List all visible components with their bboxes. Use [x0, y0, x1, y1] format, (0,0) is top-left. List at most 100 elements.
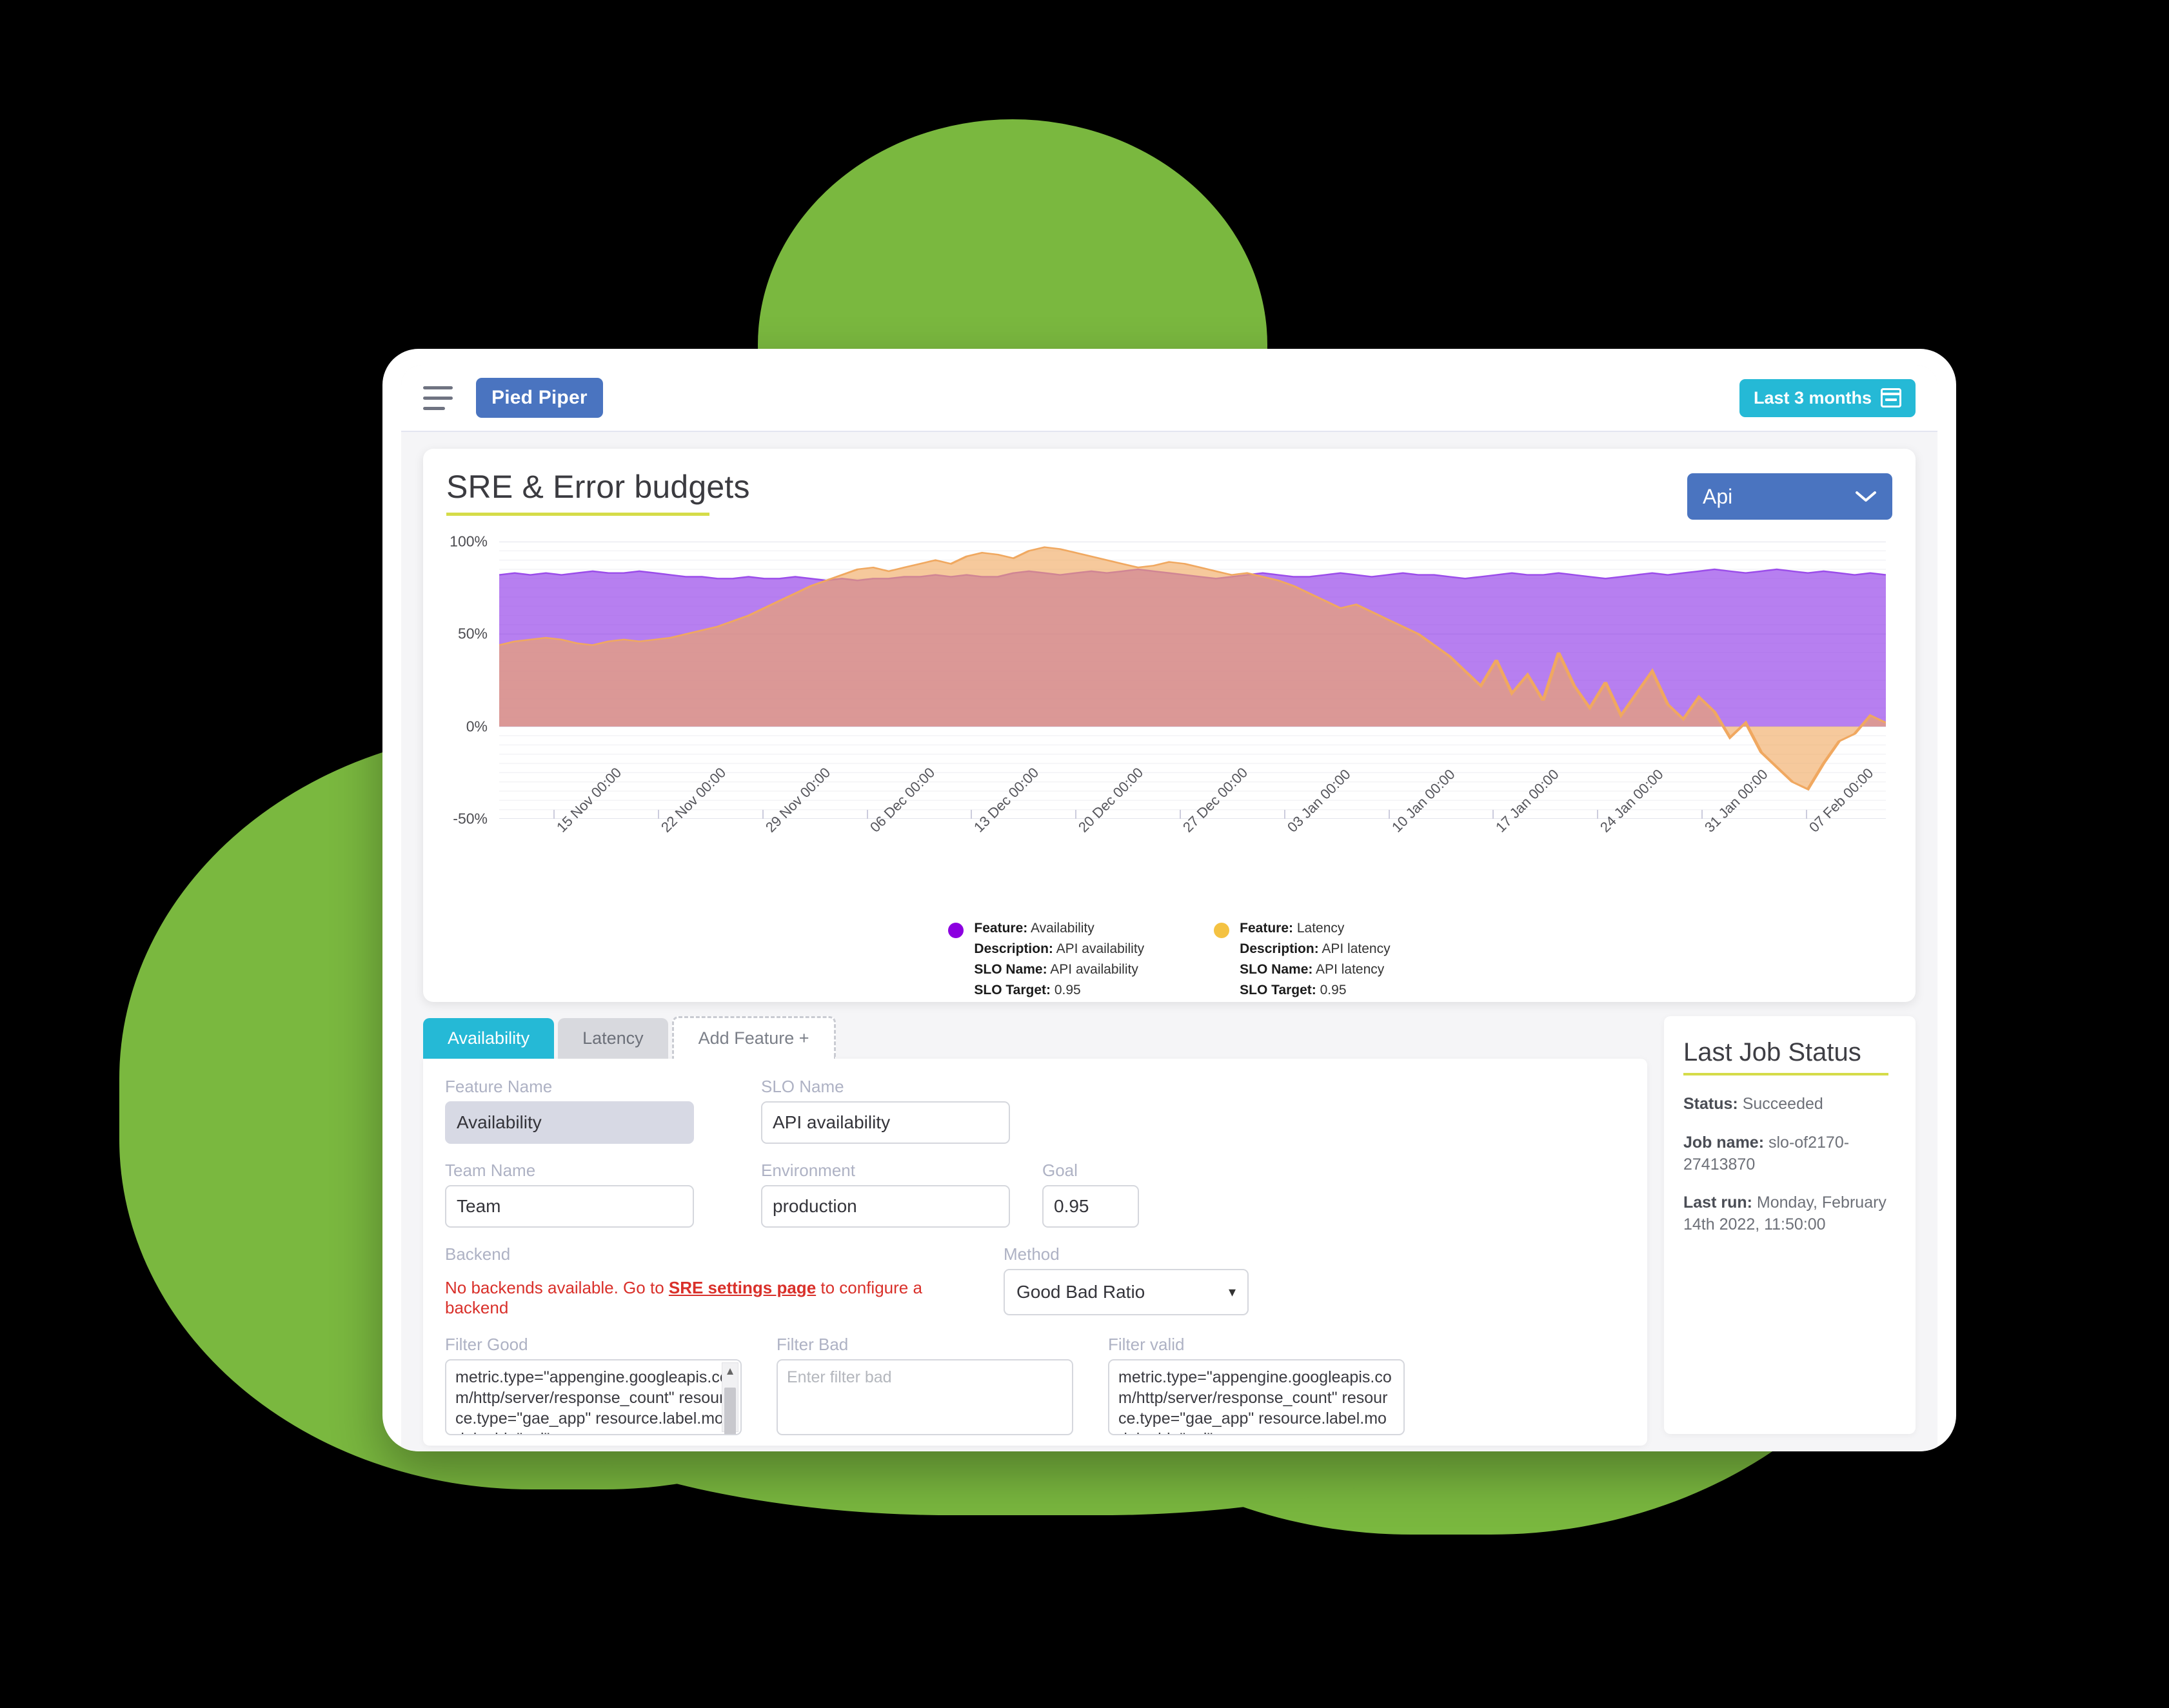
- page-root: Pied Piper Last 3 months SRE & Error bud…: [0, 0, 2169, 1708]
- filter-good-scrollbar[interactable]: ▲: [722, 1362, 738, 1434]
- x-axis-tick-mark: [1805, 810, 1807, 819]
- legend-text: Feature: Latency Description: API latency…: [1240, 918, 1390, 1001]
- x-axis-tick-mark: [1075, 810, 1077, 819]
- feature-form-card: Feature Name Availability SLO Name API a…: [423, 1059, 1647, 1446]
- title-underline: [446, 513, 709, 516]
- status-row: Status: Succeeded: [1683, 1094, 1896, 1115]
- legend-item: Feature: Availability Description: API av…: [948, 918, 1144, 1001]
- job-name-label: Job name:: [1683, 1133, 1765, 1152]
- filter-valid-field: Filter valid metric.type="appengine.goog…: [1108, 1335, 1405, 1435]
- filter-bad-textarea[interactable]: Enter filter bad: [777, 1359, 1073, 1435]
- chart-y-axis: 100% 50% 0% -50%: [446, 533, 493, 827]
- chevron-down-icon: [1855, 490, 1877, 503]
- brand-badge[interactable]: Pied Piper: [476, 378, 603, 418]
- goal-label: Goal: [1042, 1161, 1078, 1180]
- feature-name-input[interactable]: Availability: [445, 1101, 694, 1144]
- last-run-label: Last run:: [1683, 1193, 1752, 1212]
- backend-field: Backend No backends available. Go to SRE…: [445, 1244, 974, 1318]
- legend-slo-name: SLO Name: API availability: [974, 961, 1138, 977]
- page-title: SRE & Error budgets: [446, 469, 750, 505]
- chevron-down-icon: ▾: [1228, 1284, 1236, 1300]
- tab-availability[interactable]: Availability: [423, 1018, 555, 1059]
- chart-card: SRE & Error budgets Api 100% 50% 0% -50% 15…: [423, 449, 1916, 1002]
- feature-tabs: Availability Latency Add Feature +: [423, 1016, 1647, 1059]
- x-axis-tick-mark: [1179, 810, 1181, 819]
- x-axis-tick-mark: [1388, 810, 1390, 819]
- form-row-3: Backend No backends available. Go to SRE…: [445, 1244, 1625, 1318]
- x-axis-tick-mark: [971, 810, 973, 819]
- job-name-row: Job name: slo-of2170-27413870: [1683, 1132, 1896, 1176]
- y-axis-tick: 50%: [457, 625, 488, 642]
- legend-item: Feature: Latency Description: API latency…: [1214, 918, 1391, 1001]
- chart-plot-area: 100% 50% 0% -50%: [446, 533, 1892, 827]
- hamburger-icon[interactable]: [423, 386, 453, 410]
- legend-description: Description: API availability: [974, 941, 1145, 956]
- x-axis-tick-mark: [1597, 810, 1599, 819]
- filter-bad-label: Filter Bad: [777, 1335, 849, 1354]
- legend-color-dot: [1214, 923, 1230, 938]
- legend-color-dot: [948, 923, 964, 938]
- api-select-value: Api: [1703, 484, 1733, 508]
- x-axis-tick-mark: [1701, 810, 1703, 819]
- date-range-label: Last 3 months: [1753, 388, 1872, 407]
- scroll-up-arrow-icon[interactable]: ▲: [722, 1364, 738, 1379]
- calendar-icon: [1881, 388, 1901, 407]
- filter-valid-textarea[interactable]: metric.type="appengine.googleapis.com/ht…: [1108, 1359, 1405, 1435]
- chart-title-block: SRE & Error budgets: [446, 468, 750, 516]
- status-panel-title: Last Job Status: [1683, 1038, 1861, 1066]
- backend-error-pre: No backends available. Go to: [445, 1278, 669, 1297]
- form-row-1: Feature Name Availability SLO Name API a…: [445, 1077, 1625, 1144]
- method-select[interactable]: Good Bad Ratio ▾: [1004, 1269, 1249, 1315]
- environment-input[interactable]: production: [761, 1185, 1010, 1228]
- filter-good-value: metric.type="appengine.googleapis.com/ht…: [455, 1368, 729, 1434]
- date-range-button[interactable]: Last 3 months: [1739, 378, 1916, 417]
- team-name-field: Team Name Team: [445, 1161, 694, 1228]
- form-row-2: Team Name Team Environment production Go…: [445, 1161, 1625, 1228]
- filter-good-label: Filter Good: [445, 1335, 528, 1354]
- last-run-row: Last run: Monday, February 14th 2022, 11…: [1683, 1192, 1896, 1236]
- chart-legend: Feature: Availability Description: API av…: [446, 918, 1892, 1001]
- scrollbar-thumb[interactable]: [724, 1388, 736, 1434]
- api-select[interactable]: Api: [1687, 473, 1892, 520]
- app-screen: Pied Piper Last 3 months SRE & Error bud…: [401, 365, 1937, 1451]
- status-label: Status:: [1683, 1095, 1738, 1113]
- backend-label: Backend: [445, 1244, 511, 1264]
- x-axis-tick-mark: [553, 810, 555, 819]
- filter-valid-label: Filter valid: [1108, 1335, 1185, 1354]
- goal-input[interactable]: 0.95: [1042, 1185, 1139, 1228]
- sre-settings-link[interactable]: SRE settings page: [669, 1278, 816, 1297]
- filter-bad-field: Filter Bad Enter filter bad: [777, 1335, 1073, 1435]
- y-axis-tick: -50%: [453, 810, 488, 827]
- slo-name-field: SLO Name API availability: [761, 1077, 1010, 1144]
- status-value: Succeeded: [1742, 1095, 1823, 1113]
- filter-good-textarea[interactable]: metric.type="appengine.googleapis.com/ht…: [445, 1359, 742, 1435]
- slo-name-input[interactable]: API availability: [761, 1101, 1010, 1144]
- filter-good-field: Filter Good metric.type="appengine.googl…: [445, 1335, 742, 1435]
- y-axis-tick: 100%: [450, 533, 488, 550]
- environment-label: Environment: [761, 1161, 855, 1180]
- tab-add-feature[interactable]: Add Feature +: [671, 1016, 836, 1059]
- x-axis-tick-mark: [866, 810, 868, 819]
- legend-slo-target: SLO Target: 0.95: [1240, 982, 1347, 997]
- tablet-device-frame: Pied Piper Last 3 months SRE & Error bud…: [382, 349, 1956, 1451]
- last-job-status-panel: Last Job Status Status: Succeeded Job na…: [1664, 1016, 1916, 1434]
- feature-name-field: Feature Name Availability: [445, 1077, 694, 1144]
- legend-text: Feature: Availability Description: API av…: [974, 918, 1144, 1001]
- form-row-4: Filter Good metric.type="appengine.googl…: [445, 1335, 1625, 1435]
- x-axis-tick-mark: [1492, 810, 1494, 819]
- feature-form-panel: Availability Latency Add Feature + Feature…: [423, 1016, 1647, 1446]
- legend-description: Description: API latency: [1240, 941, 1391, 956]
- tab-latency[interactable]: Latency: [558, 1018, 668, 1059]
- environment-field: Environment production: [761, 1161, 1010, 1228]
- y-axis-tick: 0%: [466, 718, 488, 735]
- legend-slo-name: SLO Name: API latency: [1240, 961, 1385, 977]
- team-name-input[interactable]: Team: [445, 1185, 694, 1228]
- method-label: Method: [1004, 1244, 1060, 1264]
- lower-section: Availability Latency Add Feature + Feature…: [423, 1016, 1916, 1446]
- slo-name-label: SLO Name: [761, 1077, 844, 1096]
- chart-header: SRE & Error budgets Api: [446, 468, 1892, 520]
- x-axis-tick-mark: [657, 810, 659, 819]
- team-name-label: Team Name: [445, 1161, 536, 1180]
- x-axis-tick-mark: [762, 810, 764, 819]
- backend-error-message: No backends available. Go to SRE setting…: [445, 1269, 974, 1318]
